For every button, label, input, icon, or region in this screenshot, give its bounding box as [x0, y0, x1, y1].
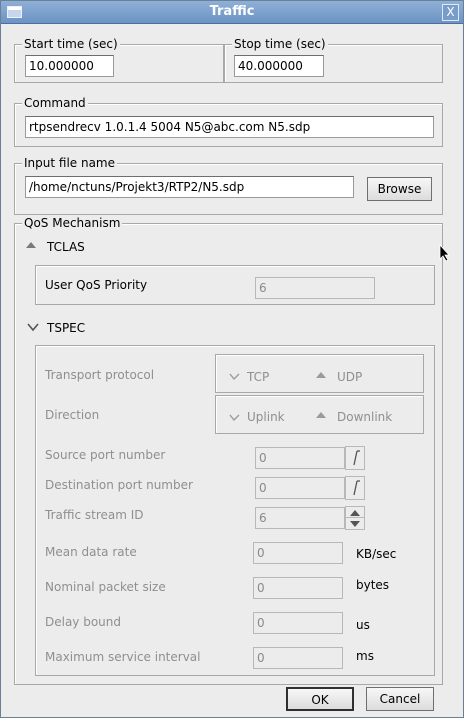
- start-time-input[interactable]: 10.000000: [25, 55, 114, 77]
- nominal-packet-size-label: Nominal packet size: [45, 580, 166, 594]
- source-port-input[interactable]: 0: [255, 447, 345, 469]
- delay-bound-unit: us: [356, 618, 370, 632]
- downlink-option-label[interactable]: Downlink: [337, 410, 392, 424]
- mean-data-rate-label: Mean data rate: [45, 545, 137, 559]
- delay-bound-label: Delay bound: [45, 615, 122, 629]
- tcp-option-label[interactable]: TCP: [247, 370, 269, 384]
- source-port-label: Source port number: [45, 448, 166, 462]
- qos-label: QoS Mechanism: [22, 216, 123, 230]
- browse-button[interactable]: Browse: [367, 177, 432, 201]
- mean-data-rate-input[interactable]: 0: [253, 542, 343, 564]
- close-icon: X: [446, 5, 455, 19]
- spinner-slash-icon: [353, 450, 360, 466]
- chevron-down-icon[interactable]: [27, 322, 39, 332]
- stop-time-label: Stop time (sec): [232, 37, 328, 51]
- spinner-slash-icon: [353, 480, 360, 496]
- radio-selected-icon[interactable]: [315, 371, 327, 380]
- direction-label: Direction: [45, 408, 100, 422]
- uplink-option-label[interactable]: Uplink: [247, 410, 285, 424]
- spinner-up-button[interactable]: [346, 507, 364, 518]
- tspec-label[interactable]: TSPEC: [47, 321, 85, 335]
- user-qos-priority-input[interactable]: 6: [255, 277, 375, 299]
- destination-port-input[interactable]: 0: [255, 477, 345, 499]
- nominal-packet-size-unit: bytes: [356, 578, 390, 592]
- window-title: Traffic: [209, 4, 255, 19]
- input-file-input[interactable]: /home/nctuns/Projekt3/RTP2/N5.sdp: [25, 176, 354, 198]
- radio-selected-icon[interactable]: [315, 411, 327, 420]
- delay-bound-input[interactable]: 0: [253, 612, 343, 634]
- transport-protocol-label: Transport protocol: [45, 368, 155, 382]
- destination-port-spinner[interactable]: [345, 476, 365, 500]
- stop-time-input[interactable]: 40.000000: [234, 55, 324, 77]
- start-time-label: Start time (sec): [22, 37, 120, 51]
- mean-data-rate-unit: KB/sec: [356, 547, 397, 561]
- input-file-label: Input file name: [22, 156, 118, 170]
- traffic-stream-id-spinner[interactable]: [345, 506, 365, 530]
- radio-unselected-icon[interactable]: [229, 372, 240, 381]
- nominal-packet-size-input[interactable]: 0: [253, 577, 343, 599]
- mouse-pointer-icon: [439, 244, 450, 262]
- arrow-up-icon: [350, 510, 360, 516]
- max-service-interval-label: Maximum service interval: [45, 650, 201, 664]
- close-button[interactable]: X: [442, 4, 459, 21]
- expanded-arrow-icon[interactable]: [25, 240, 37, 250]
- spinner-down-button[interactable]: [346, 518, 364, 529]
- traffic-dialog: Traffic X Start time (sec) 10.000000 Sto…: [0, 0, 464, 718]
- command-label: Command: [22, 96, 88, 110]
- traffic-stream-id-input[interactable]: 6: [255, 507, 345, 529]
- traffic-stream-id-label: Traffic stream ID: [45, 508, 144, 522]
- title-bar[interactable]: Traffic X: [1, 1, 463, 24]
- max-service-interval-input[interactable]: 0: [253, 647, 343, 669]
- destination-port-label: Destination port number: [45, 478, 193, 492]
- udp-option-label[interactable]: UDP: [337, 370, 362, 384]
- max-service-interval-unit: ms: [356, 649, 374, 663]
- command-input[interactable]: rtpsendrecv 1.0.1.4 5004 N5@abc.com N5.s…: [25, 116, 434, 138]
- cancel-button[interactable]: Cancel: [366, 687, 434, 711]
- tclas-label[interactable]: TCLAS: [47, 240, 85, 254]
- user-qos-priority-label: User QoS Priority: [45, 278, 148, 292]
- source-port-spinner[interactable]: [345, 446, 365, 470]
- radio-unselected-icon[interactable]: [229, 413, 240, 422]
- arrow-down-icon: [350, 521, 360, 527]
- ok-button[interactable]: OK: [286, 687, 354, 711]
